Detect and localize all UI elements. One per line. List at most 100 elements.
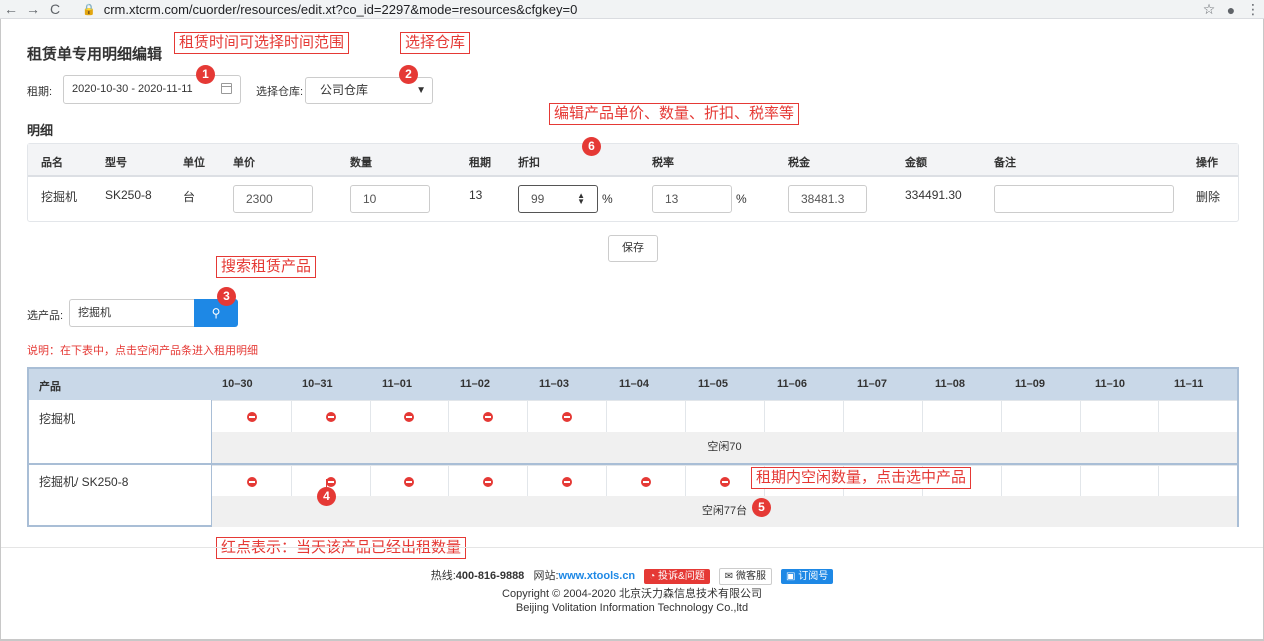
- profile-icon[interactable]: ●: [1220, 2, 1242, 18]
- cell-model: SK250-8: [105, 188, 152, 202]
- discount-value: 99: [531, 192, 545, 206]
- date-col-header: 10–30: [222, 378, 253, 390]
- hotline-label: 热线:: [430, 570, 456, 582]
- grid-line: [1158, 466, 1159, 498]
- wechat-service-label: 微客服: [735, 571, 766, 582]
- complaint-button[interactable]: ◔ 投诉&问题: [644, 569, 710, 584]
- rented-dot-icon: [482, 477, 493, 487]
- grid-line: [448, 401, 449, 433]
- tax-rate-unit: %: [736, 192, 747, 206]
- remark-input[interactable]: [994, 185, 1174, 213]
- schedule-row-label: 挖掘机/ SK250-8: [39, 475, 129, 489]
- grid-line: [922, 401, 923, 433]
- grid-line: [370, 466, 371, 498]
- date-col-header: 11–07: [857, 378, 887, 390]
- instruction-note: 说明：在下表中，点击空闲产品条进入租用明细: [27, 345, 258, 357]
- col-header-days: 租期: [469, 157, 491, 169]
- grid-line: [291, 466, 292, 498]
- grid-line: [1158, 401, 1159, 433]
- col-header-action: 操作: [1196, 157, 1218, 169]
- search-icon: ⚲: [211, 306, 221, 320]
- cell-days: 13: [469, 188, 483, 202]
- col-header-qty: 数量: [350, 157, 372, 169]
- rented-dot-icon: [246, 477, 257, 487]
- cell-unit: 台: [183, 190, 196, 204]
- cell-amount: 334491.30: [905, 188, 962, 202]
- annotation-search: 搜索租赁产品: [216, 256, 317, 278]
- grid-line: [370, 401, 371, 433]
- site-link[interactable]: www.xtools.cn: [559, 570, 636, 582]
- address-bar[interactable]: crm.xtcrm.com/cuorder/resources/edit.xt?…: [104, 2, 578, 17]
- col-header-amount: 金额: [905, 157, 927, 169]
- forward-icon[interactable]: →: [22, 0, 44, 19]
- footer-divider: [0, 547, 1264, 548]
- calendar-icon[interactable]: [221, 83, 232, 94]
- annotation-badge-6: 6: [582, 137, 601, 156]
- rented-dot-icon: [719, 477, 730, 487]
- grid-line: [1001, 466, 1002, 498]
- save-button[interactable]: 保存: [608, 235, 658, 262]
- chat-icon: ◔: [649, 571, 659, 582]
- col-header-tax-rate: 税率: [652, 157, 674, 169]
- grid-line: [1001, 401, 1002, 433]
- date-col-header: 11–03: [539, 378, 569, 390]
- back-icon[interactable]: ←: [0, 0, 22, 19]
- date-col-header: 11–11: [1174, 378, 1204, 390]
- annotation-free-qty: 租期内空闲数量，点击选中产品: [751, 467, 972, 489]
- rented-dot-icon: [404, 477, 414, 487]
- date-col-header: 11–09: [1015, 378, 1045, 390]
- schedule-row-label: 挖掘机: [39, 412, 76, 426]
- spinner-icon[interactable]: ▲ ▼: [577, 192, 585, 206]
- reload-icon[interactable]: C: [44, 0, 66, 19]
- grid-line: [527, 401, 528, 433]
- bookmark-star-icon[interactable]: ☆: [1198, 1, 1220, 18]
- availability-table: 产品 10–30 10–31 11–01 11–02 11–03 11–04 1…: [27, 367, 1239, 527]
- delete-link[interactable]: 删除: [1196, 188, 1220, 205]
- detail-table: 品名 型号 单位 单价 数量 租期 折扣 税率 税金 金额 备注 操作 挖掘机 …: [27, 143, 1239, 222]
- quantity-input[interactable]: 10: [350, 185, 430, 213]
- grid-line: [1080, 466, 1081, 498]
- subscribe-label: 订阅号: [798, 571, 829, 582]
- message-icon: ▣: [786, 571, 799, 582]
- discount-input[interactable]: 99 ▲ ▼: [518, 185, 598, 213]
- warehouse-label: 选择仓库:: [256, 86, 304, 98]
- wechat-icon: ✉: [724, 571, 736, 582]
- column-divider: [211, 400, 212, 525]
- warehouse-selected-value: 公司仓库: [320, 83, 369, 97]
- discount-unit: %: [602, 192, 613, 206]
- col-header-name: 品名: [41, 157, 63, 169]
- subscribe-button[interactable]: ▣ 订阅号: [781, 569, 834, 584]
- wechat-service-button[interactable]: ✉ 微客服: [718, 568, 772, 585]
- grid-line: [685, 401, 686, 433]
- annotation-badge-5: 5: [752, 498, 771, 517]
- date-col-header: 11–08: [935, 378, 965, 390]
- footer-contact-row: 热线:400-816-9888 网站:www.xtools.cn ◔ 投诉&问题…: [0, 567, 1264, 585]
- tax-rate-input[interactable]: 13: [652, 185, 732, 213]
- browser-menu-icon[interactable]: ⋮: [1242, 1, 1264, 18]
- grid-line: [1080, 401, 1081, 433]
- price-input[interactable]: 2300: [233, 185, 313, 213]
- period-label: 租期:: [27, 86, 53, 98]
- tax-input[interactable]: 38481.3: [788, 185, 867, 213]
- chevron-down-icon: ▼: [416, 85, 426, 96]
- annotation-badge-2: 2: [399, 65, 418, 84]
- detail-table-header: 品名 型号 单位 单价 数量 租期 折扣 税率 税金 金额 备注 操作: [28, 144, 1238, 177]
- rental-period-input[interactable]: 2020-10-30 - 2020-11-11: [63, 75, 241, 104]
- product-search-value: 挖掘机: [78, 307, 111, 319]
- date-col-header: 11–01: [382, 378, 412, 390]
- schedule-row-cells: [212, 400, 1237, 433]
- cell-name: 挖掘机: [41, 190, 78, 204]
- col-header-discount: 折扣: [518, 157, 540, 169]
- free-quantity-bar[interactable]: 空闲77台: [212, 496, 1237, 527]
- product-search-input[interactable]: 挖掘机: [69, 299, 195, 327]
- rented-dot-icon: [640, 477, 651, 487]
- free-quantity-bar[interactable]: 空闲70: [212, 432, 1237, 463]
- price-value: 2300: [246, 192, 273, 206]
- date-col-header: 11–02: [460, 378, 490, 390]
- annotation-red-dot: 红点表示：当天该产品已经出租数量: [216, 537, 467, 559]
- col-header-remark: 备注: [994, 157, 1016, 169]
- annotation-date-range: 租赁时间可选择时间范围: [174, 32, 350, 54]
- col-header-price: 单价: [233, 157, 255, 169]
- rented-dot-icon: [325, 412, 336, 422]
- grid-line: [843, 401, 844, 433]
